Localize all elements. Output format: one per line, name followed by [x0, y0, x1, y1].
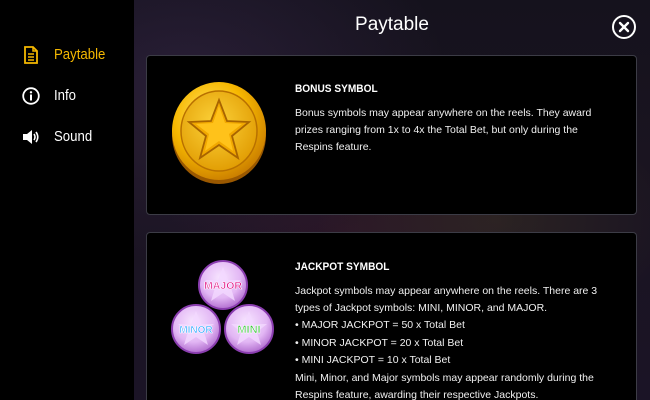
jackpot-coins-icon: MAJOR MINOR MINI	[171, 259, 275, 368]
document-icon	[22, 45, 40, 65]
jackpot-line-major: • MAJOR JACKPOT = 50 x Total Bet	[295, 319, 465, 331]
sidebar: Paytable Info Sound	[0, 0, 134, 400]
jackpot-line-minor: • MINOR JACKPOT = 20 x Total Bet	[295, 336, 464, 349]
sidebar-item-label: Info	[54, 87, 77, 104]
bonus-description: BONUS SYMBOL Bonus symbols may appear an…	[295, 83, 618, 156]
minor-coin-label: MINOR	[179, 325, 213, 336]
minor-coin: MINOR	[171, 304, 221, 354]
close-icon	[618, 21, 630, 33]
mini-coin-label: MINI	[237, 324, 260, 336]
bonus-body: Bonus symbols may appear anywhere on the…	[295, 107, 592, 153]
bonus-symbol-card: BONUS SYMBOL Bonus symbols may appear an…	[146, 55, 637, 215]
major-coin-label: MAJOR	[204, 280, 242, 292]
page-title: Paytable	[355, 14, 429, 35]
mini-coin: MINI	[224, 304, 274, 354]
speaker-icon	[22, 127, 40, 147]
sidebar-item-info[interactable]: Info	[0, 75, 134, 116]
major-coin: MAJOR	[198, 260, 248, 310]
sidebar-item-label: Paytable	[54, 46, 106, 63]
sidebar-item-paytable[interactable]: Paytable	[0, 34, 134, 75]
jackpot-heading: JACKPOT SYMBOL	[295, 261, 390, 273]
sidebar-item-label: Sound	[54, 128, 93, 145]
sidebar-item-sound[interactable]: Sound	[0, 116, 134, 157]
info-icon	[22, 86, 40, 106]
jackpot-intro: Jackpot symbols may appear anywhere on t…	[295, 285, 598, 314]
close-button[interactable]	[612, 15, 636, 39]
jackpot-symbol-card: MAJOR MINOR MINI JACKPOT SYMBOL Jackpot …	[146, 232, 637, 400]
jackpot-description: JACKPOT SYMBOL Jackpot symbols may appea…	[295, 261, 618, 400]
bonus-coin-icon	[169, 78, 269, 191]
jackpot-outro: Mini, Minor, and Major symbols may appea…	[295, 371, 594, 400]
jackpot-line-mini: • MINI JACKPOT = 10 x Total Bet	[295, 354, 451, 366]
paytable-panel: Paytable BONUS SYMBOL Bonus symbols may …	[134, 0, 650, 400]
bonus-heading: BONUS SYMBOL	[295, 83, 378, 95]
